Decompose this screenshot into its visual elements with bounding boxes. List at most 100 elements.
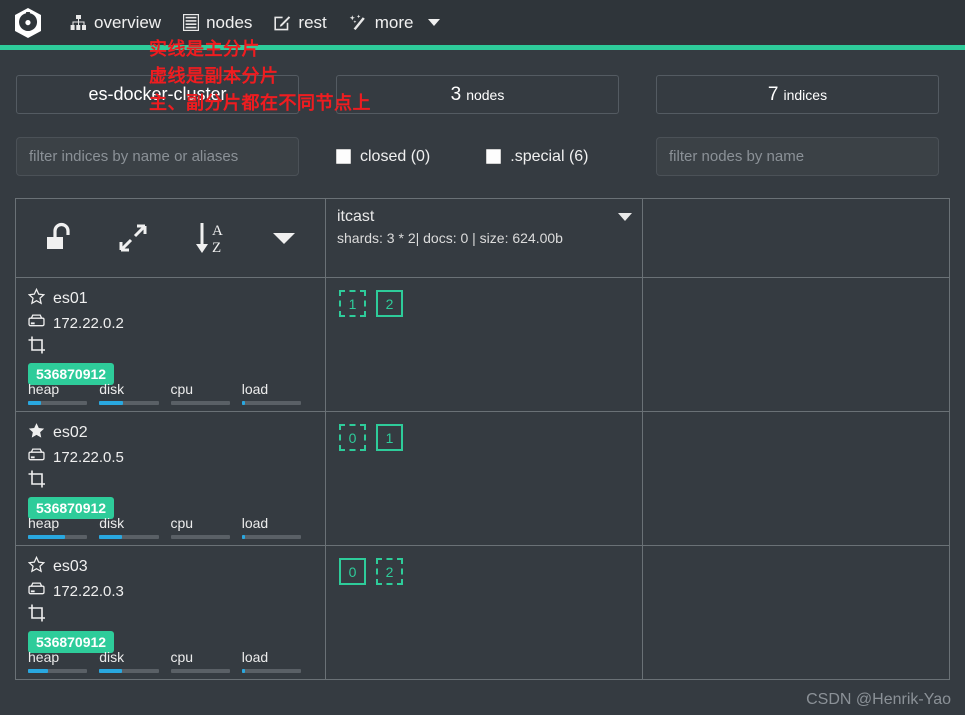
metric-disk: disk <box>99 515 170 539</box>
index-menu-caret-down-icon[interactable] <box>618 213 632 221</box>
special-indices-checkbox[interactable]: .special (6) <box>486 147 589 166</box>
node-ip: 172.22.0.3 <box>53 582 124 600</box>
shard-primary[interactable]: 1 <box>376 424 403 451</box>
closed-indices-checkbox[interactable]: closed (0) <box>336 148 430 166</box>
metric-cpu-label: cpu <box>170 515 194 531</box>
index-stats: shards: 3 * 2| docs: 0 | size: 624.00b <box>337 230 563 246</box>
metric-load-label: load <box>241 515 269 531</box>
checkbox-square-icon[interactable] <box>336 149 351 164</box>
table-row: es02 172.22.0.5 536870912 heap disk cpu … <box>16 412 949 546</box>
metric-cpu-label: cpu <box>170 381 194 397</box>
nodes-count-box[interactable]: 3 nodes <box>336 75 619 114</box>
closed-indices-label: closed (0) <box>360 147 431 165</box>
metric-heap-fill <box>28 401 42 405</box>
metric-load: load <box>241 381 313 405</box>
metric-heap-label: heap <box>28 649 60 665</box>
cerebro-logo-icon[interactable] <box>8 3 48 43</box>
special-indices-label: .special (6) <box>510 147 589 165</box>
shard-cell-es02: 0 1 <box>326 412 643 545</box>
row-empty-cell <box>643 412 949 545</box>
shard-primary[interactable]: 2 <box>376 290 403 317</box>
filter-indices-input[interactable] <box>16 137 299 176</box>
metric-disk: disk <box>99 381 170 405</box>
chevron-down-icon[interactable] <box>427 19 440 26</box>
metric-heap-fill <box>28 535 65 539</box>
metric-disk-track <box>99 669 159 673</box>
star-outline-icon[interactable] <box>27 287 46 310</box>
shard-cell-es01: 1 2 <box>326 278 643 411</box>
row-empty-cell: 实线是主分片 虚线是副本分片 主、副分片都在不同节点上 <box>149 39 949 411</box>
nav-item-nodes[interactable]: nodes <box>183 13 252 33</box>
svg-text:Z: Z <box>212 240 221 256</box>
index-header-cell[interactable]: itcast shards: 3 * 2| docs: 0 | size: 62… <box>326 199 643 277</box>
metric-disk: disk <box>99 649 170 673</box>
nav-item-more[interactable]: more <box>349 13 440 33</box>
server-icon <box>28 447 45 467</box>
cluster-name-box[interactable]: es-docker-cluster <box>16 75 299 114</box>
shard-cell-es03: 0 2 <box>326 546 643 679</box>
node-metrics: heap disk cpu load <box>28 381 313 405</box>
metric-cpu-label: cpu <box>170 649 194 665</box>
edit-square-icon <box>274 14 291 31</box>
nav-item-rest-label: rest <box>298 12 327 32</box>
metric-disk-fill <box>99 401 123 405</box>
star-outline-icon[interactable] <box>27 555 46 578</box>
caret-down-icon[interactable] <box>271 230 297 246</box>
metric-load-track <box>241 535 301 539</box>
metric-load: load <box>241 515 313 539</box>
server-list-icon <box>183 14 200 31</box>
metric-disk-track <box>99 535 159 539</box>
node-cell-es01[interactable]: es01 172.22.0.2 536870912 heap disk cpu … <box>16 278 326 411</box>
metric-heap: heap <box>28 649 99 673</box>
shard-replica[interactable]: 1 <box>339 290 366 317</box>
unlock-icon[interactable] <box>44 222 74 254</box>
metric-heap-label: heap <box>28 515 60 531</box>
metric-heap-fill <box>28 669 48 673</box>
cluster-summary: es-docker-cluster 3 nodes 7 indices <box>0 50 965 114</box>
metric-disk-track <box>99 401 159 405</box>
metric-load-fill <box>241 669 246 673</box>
grid-controls-cell: A Z <box>16 199 326 277</box>
node-cell-es02[interactable]: es02 172.22.0.5 536870912 heap disk cpu … <box>16 412 326 545</box>
nodes-count-label: nodes <box>466 86 505 103</box>
metric-disk-fill <box>99 535 122 539</box>
expand-arrows-icon[interactable] <box>118 223 148 253</box>
shard-replica[interactable]: 2 <box>376 558 403 585</box>
metric-load: load <box>241 649 313 673</box>
metric-cpu: cpu <box>170 515 242 539</box>
metric-heap-track <box>28 535 88 539</box>
watermark: CSDN @Henrik-Yao <box>806 691 951 708</box>
checkbox-square-icon[interactable] <box>486 149 502 164</box>
node-ip: 172.22.0.5 <box>53 448 124 466</box>
top-navbar: overview nodes rest more <box>0 0 965 45</box>
nav-item-more-label: more <box>374 12 414 32</box>
sort-alpha-down-icon[interactable]: A Z <box>193 220 227 256</box>
metric-heap: heap <box>28 515 99 539</box>
node-name: es03 <box>53 558 88 575</box>
metric-cpu: cpu <box>170 381 242 405</box>
server-icon <box>28 313 45 333</box>
metric-cpu: cpu <box>170 649 242 673</box>
indices-count-box[interactable]: 7 indices <box>656 75 939 114</box>
filter-nodes-input[interactable] <box>656 137 939 176</box>
nav-item-overview[interactable]: overview <box>70 13 161 33</box>
nav-item-rest[interactable]: rest <box>274 12 327 33</box>
metric-load-track <box>241 401 301 405</box>
metric-heap: heap <box>28 381 99 405</box>
shard-replica[interactable]: 0 <box>339 424 366 451</box>
star-filled-icon[interactable] <box>28 422 45 444</box>
shard-primary[interactable]: 0 <box>339 558 366 585</box>
crop-icon[interactable] <box>28 336 46 359</box>
metric-heap-label: heap <box>28 381 60 397</box>
sitemap-icon <box>70 14 87 31</box>
node-name: es02 <box>53 424 88 441</box>
metric-disk-label: disk <box>99 381 125 397</box>
metric-load-track <box>241 669 301 673</box>
metric-disk-label: disk <box>99 515 125 531</box>
crop-icon[interactable] <box>28 470 46 493</box>
server-icon <box>28 581 45 601</box>
node-cell-es03[interactable]: es03 172.22.0.3 536870912 heap disk cpu … <box>16 546 326 679</box>
table-row: es03 172.22.0.3 536870912 heap disk cpu … <box>16 546 949 680</box>
metric-heap-track <box>28 401 88 405</box>
crop-icon[interactable] <box>28 604 46 627</box>
